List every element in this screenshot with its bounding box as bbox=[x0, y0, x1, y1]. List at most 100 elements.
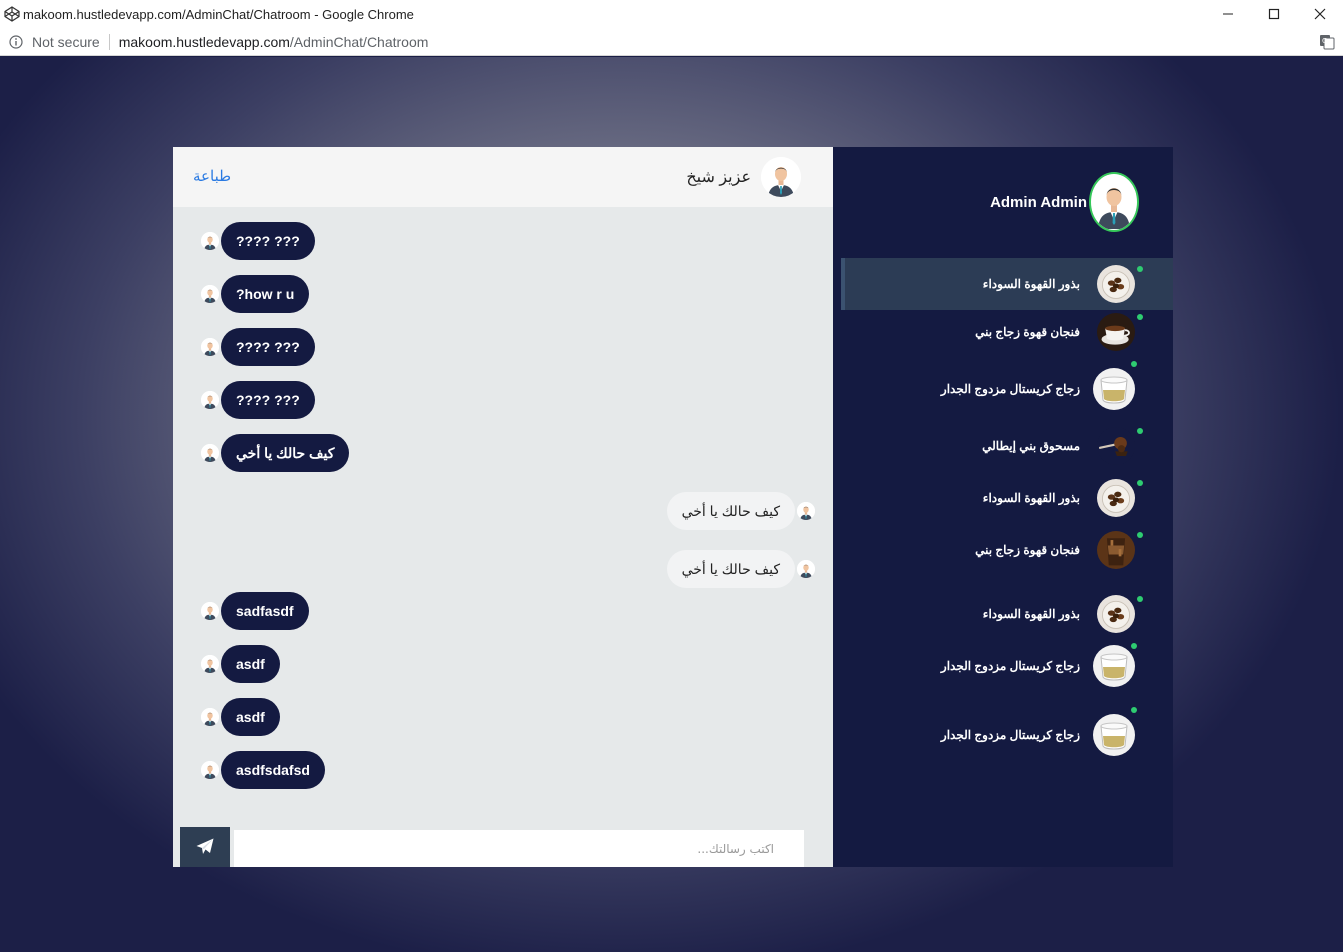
svg-text:G: G bbox=[1322, 37, 1327, 45]
message-avatar bbox=[797, 502, 815, 520]
message-bubble: asdf bbox=[221, 645, 280, 683]
message-list[interactable]: ???? ??? ?how r u ???? ??? ???? ??? كيف … bbox=[173, 207, 833, 807]
contact-avatar bbox=[761, 157, 801, 197]
contact-item[interactable]: زجاج كريستال مزدوج الجدار bbox=[841, 358, 1173, 420]
user-avatar-icon bbox=[201, 391, 219, 409]
user-avatar-icon bbox=[201, 761, 219, 779]
user-avatar-icon bbox=[797, 560, 815, 578]
chat-app: طباعة عزيز شيخ ???? ??? ?how r u ???? ??… bbox=[173, 147, 1173, 867]
message-avatar bbox=[797, 560, 815, 578]
contact-item[interactable]: مسحوق بني إيطالي bbox=[841, 420, 1173, 472]
chat-header: طباعة عزيز شيخ bbox=[173, 147, 833, 207]
incoming-message: ???? ??? bbox=[201, 328, 315, 366]
product-thumbnail bbox=[1093, 368, 1135, 410]
message-bubble: asdfsdafsd bbox=[221, 751, 325, 789]
window-title: makoom.hustledevapp.com/AdminChat/Chatro… bbox=[23, 6, 414, 22]
incoming-message: ?how r u bbox=[201, 275, 310, 313]
info-icon[interactable] bbox=[9, 34, 23, 49]
page-background: طباعة عزيز شيخ ???? ??? ?how r u ???? ??… bbox=[0, 57, 1343, 952]
product-thumbnail bbox=[1097, 595, 1135, 633]
online-status-dot bbox=[1137, 480, 1143, 486]
outgoing-message: كيف حالك يا أخي bbox=[666, 550, 815, 588]
codepen-icon bbox=[4, 6, 20, 22]
user-avatar-icon bbox=[797, 502, 815, 520]
user-avatar-icon bbox=[1092, 175, 1136, 229]
contact-name: عزيز شيخ bbox=[686, 169, 751, 186]
security-label[interactable]: Not secure bbox=[32, 34, 100, 50]
contact-item-name: بذور القهوة السوداء bbox=[982, 491, 1080, 505]
user-avatar-icon bbox=[761, 157, 801, 197]
incoming-message: ???? ??? bbox=[201, 381, 315, 419]
chat-contact: عزيز شيخ bbox=[686, 157, 801, 197]
glass-cup-icon bbox=[1093, 714, 1135, 756]
online-status-dot bbox=[1137, 532, 1143, 538]
message-avatar bbox=[201, 655, 219, 673]
product-thumbnail bbox=[1093, 645, 1135, 687]
product-thumbnail bbox=[1097, 531, 1135, 569]
product-thumbnail bbox=[1097, 479, 1135, 517]
message-bubble: كيف حالك يا أخي bbox=[666, 550, 795, 588]
contact-item[interactable]: فنجان قهوة زجاج بني bbox=[841, 524, 1173, 576]
url-text[interactable]: makoom.hustledevapp.com/AdminChat/Chatro… bbox=[119, 34, 429, 50]
message-bubble: ?how r u bbox=[221, 275, 310, 313]
product-thumbnail bbox=[1097, 265, 1135, 303]
user-avatar-icon bbox=[201, 285, 219, 303]
message-bubble: كيف حالك يا أخي bbox=[666, 492, 795, 530]
user-avatar-icon bbox=[201, 655, 219, 673]
message-bubble: ???? ??? bbox=[221, 222, 315, 260]
contact-item[interactable]: بذور القهوة السوداء bbox=[841, 472, 1173, 524]
coffee-cup-icon bbox=[1097, 313, 1135, 351]
address-divider bbox=[108, 33, 110, 50]
iced-coffee-icon bbox=[1097, 531, 1135, 569]
maximize-button[interactable] bbox=[1251, 0, 1297, 28]
minimize-button[interactable] bbox=[1205, 0, 1251, 28]
message-avatar bbox=[201, 708, 219, 726]
product-thumbnail bbox=[1093, 714, 1135, 756]
message-avatar bbox=[201, 285, 219, 303]
glass-cup-icon bbox=[1093, 645, 1135, 687]
incoming-message: asdf bbox=[201, 645, 280, 683]
online-status-dot bbox=[1131, 643, 1137, 649]
message-avatar bbox=[201, 602, 219, 620]
browser-titlebar: makoom.hustledevapp.com/AdminChat/Chatro… bbox=[0, 0, 1343, 28]
coffee-beans-icon bbox=[1097, 595, 1135, 633]
outgoing-message: كيف حالك يا أخي bbox=[666, 492, 815, 530]
translate-icon[interactable]: G bbox=[1319, 34, 1335, 50]
online-status-dot bbox=[1131, 361, 1137, 367]
message-avatar bbox=[201, 232, 219, 250]
close-window-button[interactable] bbox=[1297, 0, 1343, 28]
incoming-message: asdf bbox=[201, 698, 280, 736]
message-composer bbox=[180, 827, 804, 867]
contact-item[interactable]: زجاج كريستال مزدوج الجدار bbox=[841, 704, 1173, 766]
message-bubble: asdf bbox=[221, 698, 280, 736]
send-button[interactable] bbox=[180, 827, 230, 867]
maximize-icon bbox=[1268, 8, 1280, 20]
contact-item[interactable]: بذور القهوة السوداء bbox=[841, 588, 1173, 640]
message-bubble: كيف حالك يا أخي bbox=[221, 434, 350, 472]
online-status-dot bbox=[1137, 428, 1143, 434]
message-avatar bbox=[201, 761, 219, 779]
contact-item[interactable]: فنجان قهوة زجاج بني bbox=[841, 306, 1173, 358]
contact-item[interactable]: بذور القهوة السوداء bbox=[841, 258, 1173, 310]
message-input[interactable] bbox=[234, 830, 804, 867]
incoming-message: asdfsdafsd bbox=[201, 751, 325, 789]
admin-name: Admin Admin bbox=[990, 193, 1087, 211]
message-bubble: sadfasdf bbox=[221, 592, 309, 630]
address-bar[interactable]: Not secure makoom.hustledevapp.com/Admin… bbox=[0, 28, 1343, 56]
coffee-beans-icon bbox=[1097, 265, 1135, 303]
window-controls bbox=[1205, 0, 1343, 28]
contact-item-name: فنجان قهوة زجاج بني bbox=[975, 543, 1080, 557]
contact-item-name: مسحوق بني إيطالي bbox=[982, 439, 1080, 453]
product-thumbnail bbox=[1097, 427, 1135, 465]
contact-item-name: زجاج كريستال مزدوج الجدار bbox=[940, 382, 1080, 396]
user-avatar-icon bbox=[201, 232, 219, 250]
chat-panel: طباعة عزيز شيخ ???? ??? ?how r u ???? ??… bbox=[173, 147, 833, 867]
user-avatar-icon bbox=[201, 338, 219, 356]
message-bubble: ???? ??? bbox=[221, 381, 315, 419]
product-thumbnail bbox=[1097, 313, 1135, 351]
url-host: makoom.hustledevapp.com bbox=[118, 33, 290, 50]
print-link[interactable]: طباعة bbox=[193, 167, 231, 185]
coffee-beans-icon bbox=[1097, 479, 1135, 517]
contact-item[interactable]: زجاج كريستال مزدوج الجدار bbox=[841, 640, 1173, 692]
contacts-sidebar: Admin Admin بذور القهوة السوداء فنجان قه… bbox=[833, 147, 1173, 867]
